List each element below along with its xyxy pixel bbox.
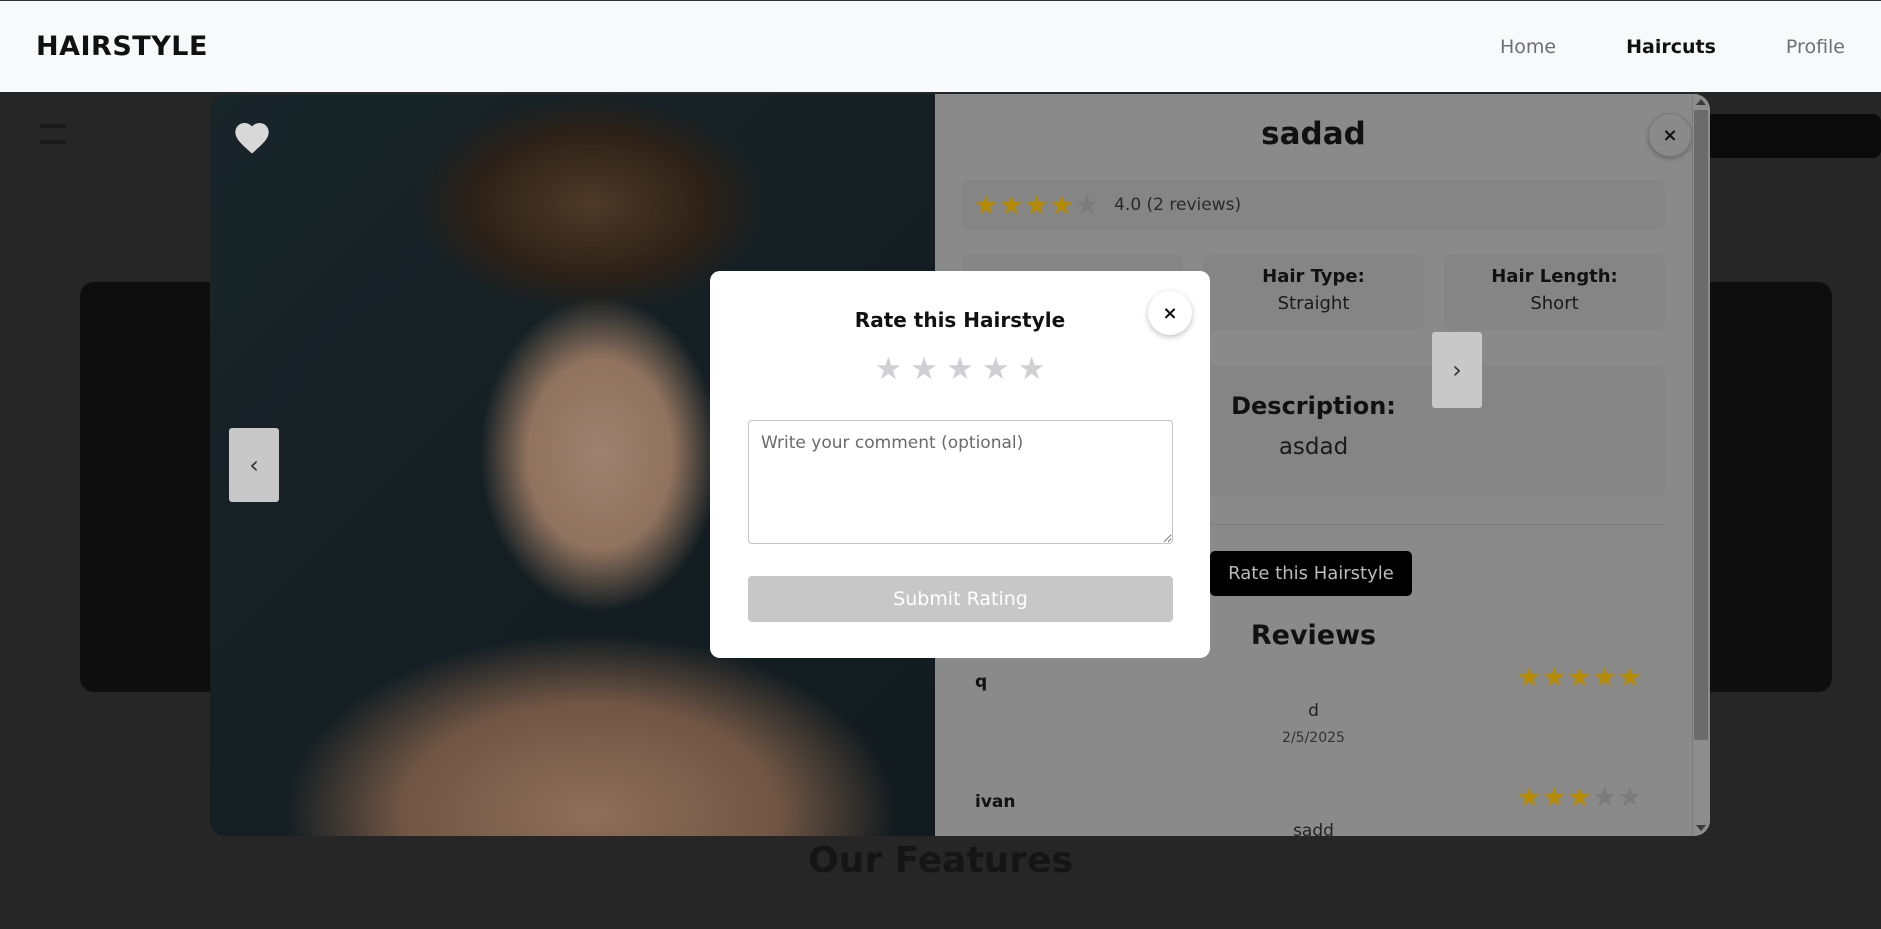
rating-summary: ★★★★★ 4.0 (2 reviews) (962, 180, 1665, 230)
star-1-icon[interactable]: ★ (875, 351, 903, 387)
info-value: Short (1530, 293, 1579, 314)
star-filled-icon: ★ (999, 189, 1024, 221)
rating-text: 4.0 (2 reviews) (1114, 195, 1242, 215)
heart-icon[interactable] (232, 118, 272, 158)
top-navbar: HAIRSTYLE Home Haircuts Profile (0, 0, 1881, 92)
star-filled-icon: ★ (1024, 189, 1049, 221)
background-button (1691, 114, 1881, 158)
info-label: Hair Length: (1491, 266, 1618, 287)
nav-link-home[interactable]: Home (1500, 36, 1556, 58)
info-label: Hair Type: (1262, 266, 1365, 287)
star-filled-icon: ★ (1617, 662, 1642, 693)
comment-input[interactable] (748, 420, 1173, 544)
star-filled-icon: ★ (1567, 662, 1592, 693)
review-comment: sadd (1293, 821, 1334, 836)
scrollbar-thumb[interactable] (1694, 110, 1708, 740)
review-comment: d (1308, 701, 1319, 721)
close-icon: × (1162, 302, 1178, 324)
hairstyle-title: sadad (1261, 116, 1366, 152)
scroll-up-icon[interactable] (1696, 99, 1706, 105)
nav-link-profile[interactable]: Profile (1786, 36, 1845, 58)
close-dialog-button[interactable]: × (1148, 291, 1192, 335)
review-date: 2/5/2025 (1282, 730, 1345, 746)
review-stars: ★★★★★ (1517, 782, 1643, 813)
chevron-left-icon: ‹ (249, 451, 259, 479)
star-filled-icon: ★ (1567, 782, 1592, 813)
star-empty-icon: ★ (1074, 189, 1100, 221)
star-4-icon[interactable]: ★ (982, 351, 1010, 387)
brand-logo[interactable]: HAIRSTYLE (36, 31, 208, 62)
nav-link-haircuts[interactable]: Haircuts (1626, 36, 1716, 58)
dialog-title: Rate this Hairstyle (854, 308, 1066, 332)
star-3-icon[interactable]: ★ (946, 351, 974, 387)
star-filled-icon: ★ (1542, 782, 1567, 813)
star-filled-icon: ★ (974, 189, 999, 221)
star-5-icon[interactable]: ★ (1018, 351, 1046, 387)
features-heading: Our Features (808, 840, 1073, 881)
star-filled-icon: ★ (1542, 662, 1567, 693)
star-empty-icon: ★ (1617, 782, 1642, 813)
star-empty-icon: ★ (1592, 782, 1617, 813)
rating-stars: ★★★★★ (974, 190, 1100, 221)
rating-dialog: Rate this Hairstyle × ★★★★★ Submit Ratin… (710, 271, 1210, 658)
star-2-icon[interactable]: ★ (910, 351, 938, 387)
previous-image-button[interactable]: ‹ (229, 428, 279, 502)
rate-hairstyle-button[interactable]: Rate this Hairstyle (1210, 551, 1412, 596)
submit-rating-button[interactable]: Submit Rating (748, 576, 1173, 622)
info-card-hair-length: Hair Length: Short (1444, 254, 1665, 330)
menu-icon (40, 124, 66, 144)
review-stars: ★★★★★ (1517, 662, 1643, 693)
star-filled-icon: ★ (1516, 782, 1542, 813)
chevron-right-icon: › (1452, 356, 1462, 384)
review-item: q ★★★★★ d 2/5/2025 (962, 662, 1665, 762)
details-scrollbar[interactable] (1692, 94, 1710, 836)
star-filled-icon: ★ (1049, 189, 1074, 221)
review-item: ivan ★★★★★ sadd (962, 782, 1665, 836)
close-icon: × (1662, 124, 1678, 146)
close-modal-button[interactable]: × (1648, 113, 1692, 157)
info-card-hair-type: Hair Type: Straight (1203, 254, 1424, 330)
info-value: Straight (1277, 293, 1350, 314)
scroll-down-icon[interactable] (1696, 825, 1706, 831)
next-image-button[interactable]: › (1432, 332, 1482, 408)
nav-links: Home Haircuts Profile (1430, 36, 1845, 58)
star-filled-icon: ★ (1592, 662, 1617, 693)
star-rating-input: ★ ★ ★ ★ ★ (710, 351, 1210, 387)
star-filled-icon: ★ (1516, 662, 1542, 693)
review-user: q (975, 672, 988, 692)
review-user: ivan (975, 792, 1016, 812)
